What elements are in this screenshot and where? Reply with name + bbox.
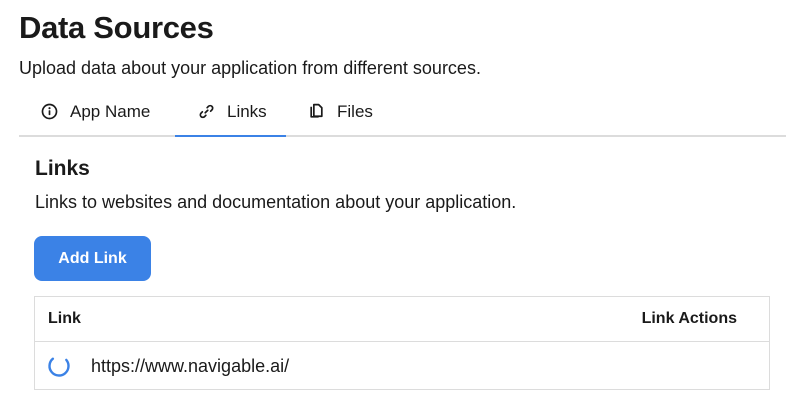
tab-bar: App Name Links Files bbox=[19, 88, 786, 137]
tab-files[interactable]: Files bbox=[286, 88, 406, 135]
loading-spinner-icon bbox=[47, 354, 71, 378]
page-title: Data Sources bbox=[19, 10, 214, 45]
section-title: Links bbox=[35, 157, 90, 180]
tab-links-label: Links bbox=[227, 101, 267, 121]
link-url[interactable]: https://www.navigable.ai/ bbox=[91, 355, 289, 377]
tab-app-name[interactable]: App Name bbox=[19, 88, 175, 135]
column-header-link-actions: Link Actions bbox=[641, 310, 737, 327]
column-header-link: Link bbox=[48, 310, 81, 327]
links-table: Link Link Actions https://www.navigable.… bbox=[34, 296, 770, 390]
files-icon bbox=[307, 103, 325, 121]
page-subtitle: Upload data about your application from … bbox=[19, 58, 481, 78]
data-sources-page: Data Sources Upload data about your appl… bbox=[0, 0, 792, 404]
info-circle-icon bbox=[40, 103, 58, 121]
tab-files-label: Files bbox=[337, 101, 373, 121]
table-row: https://www.navigable.ai/ bbox=[35, 342, 769, 389]
add-link-button[interactable]: Add Link bbox=[34, 236, 151, 281]
table-header: Link Link Actions bbox=[35, 297, 769, 342]
link-icon bbox=[197, 103, 215, 121]
section-description: Links to websites and documentation abou… bbox=[35, 192, 517, 212]
tab-links[interactable]: Links bbox=[175, 88, 286, 137]
tab-app-name-label: App Name bbox=[70, 101, 151, 121]
